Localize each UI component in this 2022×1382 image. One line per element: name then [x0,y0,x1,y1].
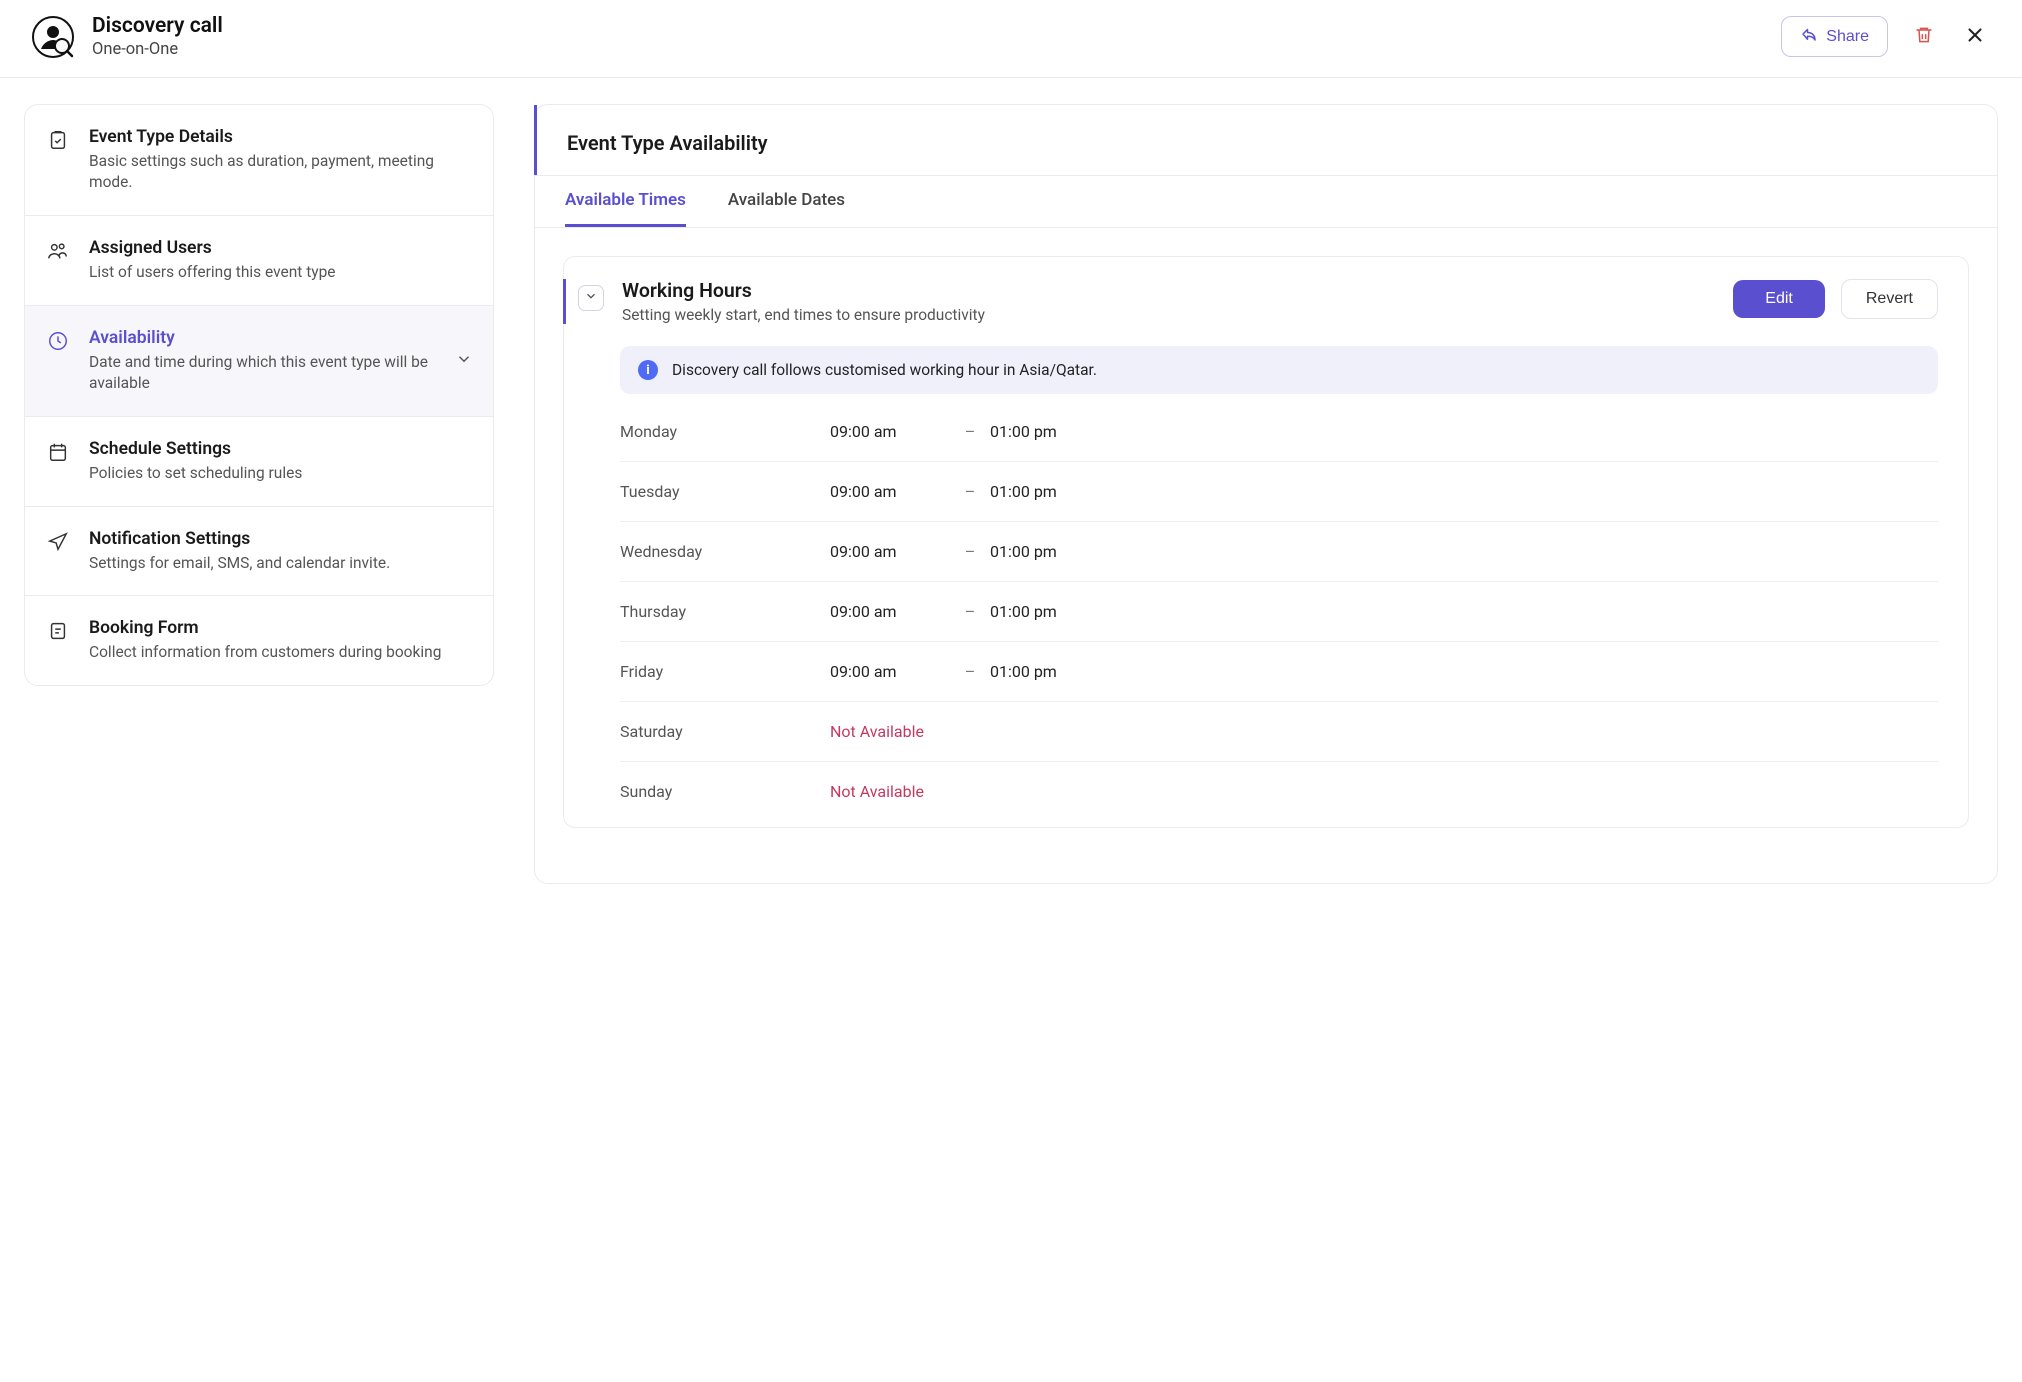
dash: – [950,482,990,501]
sidebar-item-desc: Basic settings such as duration, payment… [89,151,449,193]
close-button[interactable] [1960,20,1990,53]
sidebar-item-desc: Settings for email, SMS, and calendar in… [89,553,390,574]
sidebar-item-title: Availability [89,328,449,348]
calendar-icon [47,439,71,484]
hours-list: Monday09:00 am–01:00 pmTuesday09:00 am–0… [620,402,1938,821]
close-icon [1964,24,1986,49]
day-label: Monday [620,422,830,441]
hours-row: Friday09:00 am–01:00 pm [620,642,1938,702]
hours-row: SaturdayNot Available [620,702,1938,762]
sidebar-item-desc: List of users offering this event type [89,262,336,283]
day-label: Saturday [620,722,830,741]
users-icon [47,238,71,283]
form-icon [47,618,71,663]
sidebar-item-title: Assigned Users [89,238,336,258]
day-label: Thursday [620,602,830,621]
hours-row: Tuesday09:00 am–01:00 pm [620,462,1938,522]
end-time: 01:00 pm [990,422,1110,441]
sidebar-item-booking-form[interactable]: Booking Form Collect information from cu… [25,596,493,685]
content-panel: Event Type Availability Available Times … [534,104,1998,884]
event-title: Discovery call [92,14,223,38]
clipboard-icon [47,127,71,193]
hours-row: SundayNot Available [620,762,1938,821]
availability-tabs: Available Times Available Dates [535,175,1997,228]
share-button[interactable]: Share [1781,16,1888,57]
event-logo [32,16,74,58]
day-label: Friday [620,662,830,681]
chevron-down-icon [584,289,598,307]
end-time: 01:00 pm [990,482,1110,501]
delete-button[interactable] [1910,21,1938,52]
tab-available-dates[interactable]: Available Dates [728,190,845,227]
sidebar-item-desc: Date and time during which this event ty… [89,352,449,394]
start-time: 09:00 am [830,602,950,621]
sidebar-item-schedule-settings[interactable]: Schedule Settings Policies to set schedu… [25,417,493,507]
sidebar-item-title: Booking Form [89,618,441,638]
start-time: 09:00 am [830,542,950,561]
edit-button[interactable]: Edit [1733,280,1825,318]
end-time: 01:00 pm [990,662,1110,681]
not-available-label: Not Available [830,782,924,801]
day-label: Sunday [620,782,830,801]
dash: – [950,542,990,561]
info-icon: i [638,360,658,380]
day-label: Wednesday [620,542,830,561]
info-banner: i Discovery call follows customised work… [620,346,1938,394]
not-available-label: Not Available [830,722,924,741]
trash-icon [1914,25,1934,48]
start-time: 09:00 am [830,422,950,441]
hours-row: Monday09:00 am–01:00 pm [620,402,1938,462]
share-label: Share [1826,28,1869,46]
sidebar-item-title: Event Type Details [89,127,449,147]
dash: – [950,662,990,681]
sidebar-item-title: Notification Settings [89,529,390,549]
collapse-toggle[interactable] [578,285,604,311]
section-subtitle: Setting weekly start, end times to ensur… [622,306,985,324]
clock-icon [47,328,71,394]
end-time: 01:00 pm [990,602,1110,621]
sidebar-item-notification-settings[interactable]: Notification Settings Settings for email… [25,507,493,597]
info-text: Discovery call follows customised workin… [672,361,1097,379]
sidebar-item-desc: Policies to set scheduling rules [89,463,302,484]
hours-row: Wednesday09:00 am–01:00 pm [620,522,1938,582]
revert-button[interactable]: Revert [1841,279,1938,319]
day-label: Tuesday [620,482,830,501]
sidebar-item-event-type-details[interactable]: Event Type Details Basic settings such a… [25,105,493,216]
start-time: 09:00 am [830,662,950,681]
start-time: 09:00 am [830,482,950,501]
chevron-down-icon [455,350,473,372]
sidebar-item-assigned-users[interactable]: Assigned Users List of users offering th… [25,216,493,306]
sidebar-item-title: Schedule Settings [89,439,302,459]
event-subtitle: One-on-One [92,40,223,59]
dash: – [950,602,990,621]
end-time: 01:00 pm [990,542,1110,561]
working-hours-section: Working Hours Setting weekly start, end … [563,256,1969,828]
tab-available-times[interactable]: Available Times [565,190,686,227]
dash: – [950,422,990,441]
hours-row: Thursday09:00 am–01:00 pm [620,582,1938,642]
page-header: Discovery call One-on-One Share [0,0,2022,78]
sidebar-item-desc: Collect information from customers durin… [89,642,441,663]
send-icon [47,529,71,574]
sidebar-item-availability[interactable]: Availability Date and time during which … [25,306,493,417]
section-title: Working Hours [622,279,985,302]
share-icon [1800,25,1818,48]
content-heading: Event Type Availability [534,105,1997,175]
settings-sidebar: Event Type Details Basic settings such a… [24,104,494,686]
